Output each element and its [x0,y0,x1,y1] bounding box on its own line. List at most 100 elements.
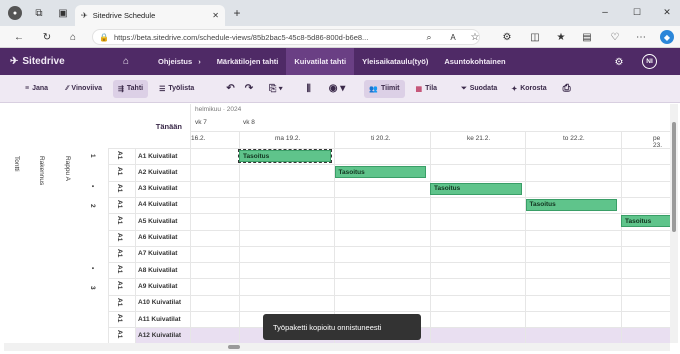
collections-icon[interactable]: ▤ [580,30,594,44]
task-bar[interactable]: Tasoitus [525,198,617,211]
nav-item-kuivatilat-tahti[interactable]: Kuivatilat tahti [286,48,355,75]
row-divider [108,213,670,215]
nav-item-asuntokohtainen[interactable]: Asuntokohtainen [436,48,513,75]
minimize-icon[interactable]: – [598,5,612,19]
row-divider [108,148,670,149]
task-bar[interactable]: Tasoitus [621,215,670,228]
user-avatar[interactable]: NI [642,54,657,69]
vertical-scroll-thumb[interactable] [672,122,676,232]
row-label[interactable]: A10 Kuivatilat [135,295,190,311]
browser-tab[interactable]: ✈ Sitedrive Schedule ✕ [75,5,225,26]
visibility-eye-icon[interactable]: ◉ ▾ [324,80,351,98]
split-screen-icon[interactable]: ◫ [528,30,542,44]
row-divider [108,180,670,182]
takt-icon: ⇶ [118,85,124,93]
zoom-icon[interactable]: ⌕ [422,30,436,44]
button-label: Vinoviiva [71,85,103,92]
button-label: Suodata [469,85,498,92]
day-gridline [238,131,240,343]
print-icon[interactable]: ⎙ [558,80,576,98]
task-bar[interactable]: Tasoitus [430,182,522,195]
suodata-button[interactable]: ⏷ Suodata [456,80,502,98]
close-tab-icon[interactable]: ✕ [212,11,219,20]
sitedrive-logo[interactable]: ✈ Sitedrive [0,48,108,75]
paste-icon[interactable]: ⎘ ▾ [264,80,287,98]
logo-text: Sitedrive [22,56,65,67]
today-button[interactable]: Tänään [4,104,190,148]
unit-mark: A1 [116,330,123,339]
browser-essentials-icon[interactable]: ♡ [608,30,622,44]
week-label: vk 7 [195,119,207,126]
read-aloud-icon[interactable]: A [446,30,460,44]
tila-button[interactable]: ▦ Tila [411,80,443,98]
vertical-scrollbar[interactable] [670,104,678,343]
row-label[interactable]: A6 Kuivatilat [135,230,190,246]
nav-label: Yleisaikataulu(työ) [362,57,429,66]
row-label[interactable]: A2 Kuivatilat [135,164,190,180]
row-divider [108,229,670,231]
tiimit-button[interactable]: 👥 Tiimit [364,79,405,98]
column-divider [190,148,191,343]
nav-item-markatilojen-tahti[interactable]: Märkätilojen tahti [209,48,287,75]
takt-schedule-grid: Tänään helmikuu · 2024 vk 7 vk 8 16.2. m… [4,104,670,343]
column-divider [108,148,109,343]
task-bar[interactable]: Tasoitus [334,166,426,179]
home-nav-icon[interactable]: ⌂ [108,48,144,75]
hierarchy-rakennus: Rakennus [38,156,45,186]
more-menu-icon[interactable]: ⋯ [634,30,648,44]
sitedrive-logo-icon: ✈ [10,56,19,67]
redo-icon[interactable]: ↷ [240,80,258,98]
row-label[interactable]: A3 Kuivatilat [135,181,190,197]
sitedrive-favicon-icon: ✈ [81,11,88,20]
workspaces-icon[interactable]: ⧉ [32,6,46,20]
task-bar[interactable]: Tasoitus [238,149,332,163]
refresh-icon[interactable]: ↻ [40,30,54,44]
day-gridline [334,131,335,343]
korosta-button[interactable]: ✦ Korosta [506,80,551,98]
view-tahti-button[interactable]: ⇶ Tahti [113,79,149,98]
column-divider [135,148,136,343]
view-jana-button[interactable]: ≡ Jana [20,80,53,98]
row-label[interactable]: A7 Kuivatilat [135,246,190,262]
view-tyolista-button[interactable]: ☰ Työlista [154,80,199,98]
favorite-star-icon[interactable]: ☆ [468,30,482,44]
button-label: Tila [425,85,438,92]
unit-mark: A1 [116,151,123,160]
back-icon[interactable]: ← [12,30,26,44]
extensions-icon[interactable]: ⚙ [500,30,514,44]
row-divider [108,245,670,247]
tab-actions-icon[interactable]: ▣ [56,6,70,20]
highlight-icon: ✦ [511,85,518,93]
row-label[interactable]: A9 Kuivatilat [135,278,190,294]
nav-label: Kuivatilat tahti [294,57,347,66]
row-label[interactable]: A5 Kuivatilat [135,213,190,229]
lock-icon: 🔒 [99,32,109,42]
day-label: ma 19.2. [275,135,301,142]
month-label: helmikuu · 2024 [195,106,242,113]
button-label: Työlista [168,85,195,92]
close-window-icon[interactable]: ✕ [660,5,674,19]
home-icon[interactable]: ⌂ [66,30,80,44]
row-label[interactable]: A1 Kuivatilat [135,148,190,164]
undo-icon[interactable]: ↶ [221,80,239,98]
favorites-icon[interactable]: ★ [554,30,568,44]
copilot-icon[interactable]: ◆ [660,30,674,44]
nav-item-yleisaikataulu[interactable]: Yleisaikataulu(työ) [354,48,436,75]
horizontal-scroll-thumb[interactable] [228,345,240,349]
new-tab-icon[interactable]: + [230,6,244,20]
nav-item-ohjeistus[interactable]: Ohjeistus › [150,48,209,75]
profile-avatar-icon[interactable]: ● [8,6,22,20]
horizontal-scrollbar[interactable] [4,343,670,351]
settings-gear-icon[interactable]: ⚙ [612,55,626,69]
view-vinoviiva-button[interactable]: ∕∕ Vinoviiva [61,80,107,98]
day-label: ke 21.2. [467,135,491,142]
day-gridline [525,131,526,343]
row-label[interactable]: A11 Kuivatilat [135,311,190,327]
floor-dot: • [89,185,96,188]
row-label[interactable]: A8 Kuivatilat [135,262,190,278]
gantt-columns-icon[interactable]: ⫼ [302,80,316,98]
row-label[interactable]: A12 Kuivatilat [135,327,190,343]
row-label[interactable]: A4 Kuivatilat [135,197,190,213]
day-label: 16.2. [191,135,206,142]
maximize-icon[interactable]: ☐ [630,5,644,19]
